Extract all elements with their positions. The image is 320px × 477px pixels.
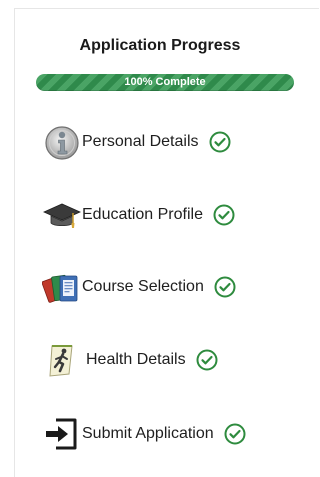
check-circle-icon (196, 349, 218, 371)
progress-bar: 100% Complete (36, 74, 294, 91)
progress-label: 100% Complete (124, 76, 206, 88)
step-submit-application[interactable]: Submit Application (42, 414, 246, 454)
step-label: Personal Details (82, 133, 199, 150)
check-circle-icon (214, 276, 236, 298)
check-circle-icon (209, 131, 230, 153)
check-circle-icon (224, 423, 246, 445)
course-books-icon (42, 274, 78, 303)
step-personal-details[interactable]: Personal Details (42, 122, 231, 162)
step-label: Course Selection (82, 278, 204, 295)
application-progress-panel: Application Progress 100% Complete Perso… (14, 8, 319, 477)
step-health-details[interactable]: Health Details (42, 340, 218, 380)
graduation-cap-icon (43, 203, 81, 228)
check-circle-icon (213, 204, 235, 226)
step-label: Education Profile (82, 206, 203, 223)
step-label: Health Details (86, 351, 186, 368)
panel-title: Application Progress (79, 37, 241, 54)
runner-health-icon (49, 345, 73, 377)
submit-enter-icon (46, 418, 77, 450)
info-person-icon (45, 126, 79, 160)
step-label: Submit Application (82, 425, 214, 442)
step-course-selection[interactable]: Course Selection (42, 267, 236, 307)
step-education-profile[interactable]: Education Profile (42, 195, 235, 235)
